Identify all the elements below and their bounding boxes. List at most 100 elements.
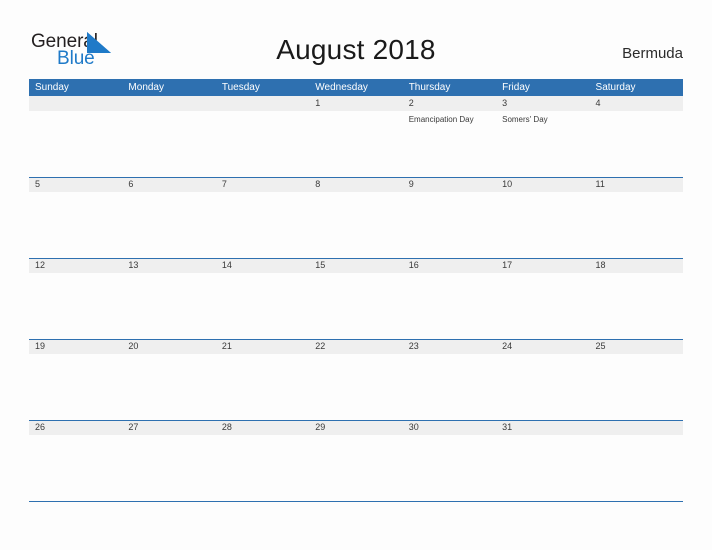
calendar-day-cell[interactable]: 11 (590, 177, 683, 258)
day-events (502, 192, 589, 195)
day-events (315, 354, 402, 357)
day-number: 22 (315, 341, 326, 351)
calendar-day-cell[interactable]: 2 Emancipation Day (403, 96, 496, 177)
day-number: 26 (35, 422, 46, 432)
day-events (222, 111, 309, 114)
calendar-day-cell[interactable]: 18 (590, 258, 683, 339)
holiday-label: Emancipation Day (408, 115, 474, 124)
day-events (315, 111, 402, 114)
day-number: 15 (315, 260, 326, 270)
calendar-day-cell[interactable] (29, 96, 122, 177)
day-events (409, 273, 496, 276)
day-number (128, 96, 215, 111)
day-number: 16 (408, 260, 419, 270)
calendar-day-cell[interactable]: 22 (309, 339, 402, 420)
calendar-day-cell[interactable]: 16 (403, 258, 496, 339)
calendar-week-row: 1 2 Emancipation Day 3 Somers' Day 4 (29, 96, 683, 177)
calendar-day-cell[interactable]: 20 (122, 339, 215, 420)
page-header: General Blue August 2018 Bermuda (0, 0, 712, 76)
day-events (596, 273, 683, 276)
day-number: 28 (221, 422, 232, 432)
day-number: 31 (502, 422, 513, 432)
region-label: Bermuda (622, 45, 683, 62)
day-number: 11 (595, 179, 605, 189)
calendar-page: General Blue August 2018 Bermuda Sunday … (0, 0, 712, 550)
day-number: 30 (408, 422, 419, 432)
calendar-day-cell[interactable]: 30 (403, 420, 496, 501)
calendar-day-cell[interactable]: 15 (309, 258, 402, 339)
calendar-day-cell[interactable]: 8 (309, 177, 402, 258)
day-events (128, 354, 215, 357)
calendar-day-cell[interactable]: 27 (122, 420, 215, 501)
day-events (596, 354, 683, 357)
day-events (128, 111, 215, 114)
day-events (502, 435, 589, 438)
calendar-day-cell[interactable]: 28 (216, 420, 309, 501)
weekday-tuesday: Tuesday (221, 82, 260, 93)
calendar-day-cell[interactable]: 1 (309, 96, 402, 177)
page-title: August 2018 (276, 34, 436, 65)
day-events (315, 435, 402, 438)
calendar-day-cell[interactable] (590, 420, 683, 501)
day-number: 2 (408, 98, 414, 108)
calendar-day-cell[interactable]: 3 Somers' Day (496, 96, 589, 177)
day-number: 12 (35, 260, 46, 270)
calendar-day-cell[interactable]: 17 (496, 258, 589, 339)
calendar-day-cell[interactable]: 29 (309, 420, 402, 501)
day-events (409, 435, 496, 438)
calendar-grid: Sunday Monday Tuesday Wednesday Thursday… (29, 79, 683, 502)
day-events (35, 192, 122, 195)
day-events: Emancipation Day (409, 111, 496, 125)
day-events: Somers' Day (502, 111, 589, 125)
day-events (35, 354, 122, 357)
day-number: 5 (35, 179, 41, 189)
day-events (315, 273, 402, 276)
day-events (409, 354, 496, 357)
day-number: 13 (128, 260, 139, 270)
calendar-day-cell[interactable]: 14 (216, 258, 309, 339)
day-number: 6 (128, 179, 134, 189)
day-number: 29 (315, 422, 326, 432)
weekday-saturday: Saturday (595, 82, 636, 93)
day-events (502, 273, 589, 276)
day-number: 24 (502, 341, 513, 351)
calendar-day-cell[interactable]: 21 (216, 339, 309, 420)
day-events (596, 435, 683, 438)
day-number: 27 (128, 422, 139, 432)
day-events (222, 354, 309, 357)
calendar-day-cell[interactable]: 23 (403, 339, 496, 420)
day-number: 3 (502, 98, 508, 108)
day-events (502, 354, 589, 357)
day-events (315, 192, 402, 195)
weekday-sunday: Sunday (35, 82, 69, 93)
day-events (222, 435, 309, 438)
calendar-day-cell[interactable]: 26 (29, 420, 122, 501)
weekday-friday: Friday (502, 82, 530, 93)
calendar-day-cell[interactable]: 5 (29, 177, 122, 258)
calendar-day-cell[interactable]: 24 (496, 339, 589, 420)
day-events (128, 273, 215, 276)
day-events (596, 111, 683, 114)
calendar-day-cell[interactable]: 25 (590, 339, 683, 420)
day-events (35, 273, 122, 276)
calendar-day-cell[interactable] (216, 96, 309, 177)
calendar-week-row: 26 27 28 29 30 31 (29, 420, 683, 501)
day-number (35, 96, 122, 111)
day-number: 10 (502, 179, 513, 189)
day-number: 8 (315, 179, 321, 189)
calendar-day-cell[interactable]: 31 (496, 420, 589, 501)
day-number: 19 (35, 341, 46, 351)
day-number: 9 (408, 179, 414, 189)
calendar-day-cell[interactable]: 9 (403, 177, 496, 258)
calendar-day-cell[interactable]: 10 (496, 177, 589, 258)
weekday-thursday: Thursday (408, 82, 451, 93)
weekday-monday: Monday (128, 82, 164, 93)
calendar-day-cell[interactable]: 13 (122, 258, 215, 339)
calendar-day-cell[interactable]: 19 (29, 339, 122, 420)
day-number: 1 (315, 98, 321, 108)
calendar-day-cell[interactable]: 4 (590, 96, 683, 177)
calendar-day-cell[interactable]: 7 (216, 177, 309, 258)
calendar-day-cell[interactable] (122, 96, 215, 177)
calendar-day-cell[interactable]: 12 (29, 258, 122, 339)
calendar-day-cell[interactable]: 6 (122, 177, 215, 258)
